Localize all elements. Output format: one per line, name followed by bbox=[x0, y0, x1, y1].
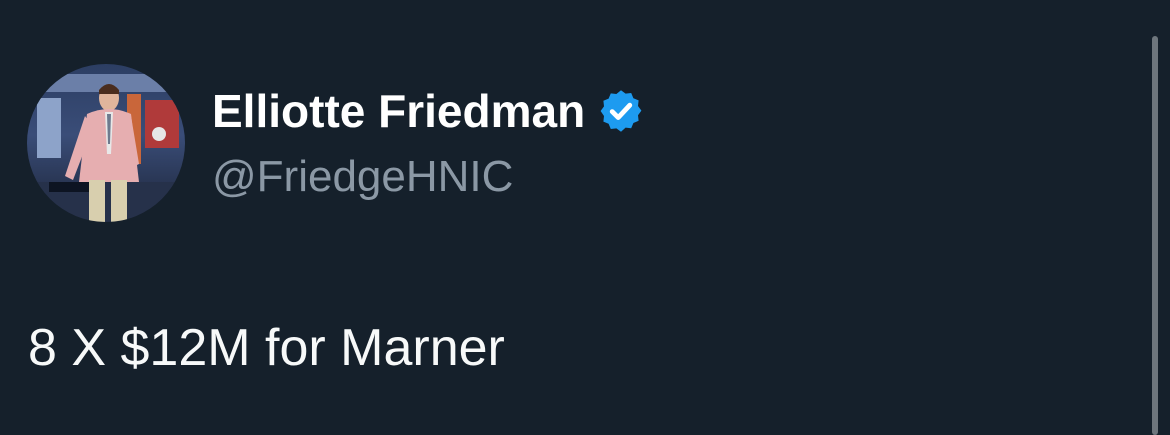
tweet-card: Elliotte Friedman @FriedgeHNIC 8 X $12M … bbox=[0, 0, 1170, 435]
scrollbar[interactable] bbox=[1152, 36, 1158, 435]
avatar-photo-icon bbox=[27, 64, 185, 222]
verified-badge-icon[interactable] bbox=[597, 87, 645, 135]
author-name-row: Elliotte Friedman bbox=[212, 84, 645, 138]
tweet-text: 8 X $12M for Marner bbox=[28, 319, 505, 377]
author-handle[interactable]: @FriedgeHNIC bbox=[212, 150, 513, 204]
author-display-name[interactable]: Elliotte Friedman bbox=[212, 84, 585, 138]
author-avatar[interactable] bbox=[27, 64, 185, 222]
scrollbar-thumb[interactable] bbox=[1152, 36, 1158, 435]
